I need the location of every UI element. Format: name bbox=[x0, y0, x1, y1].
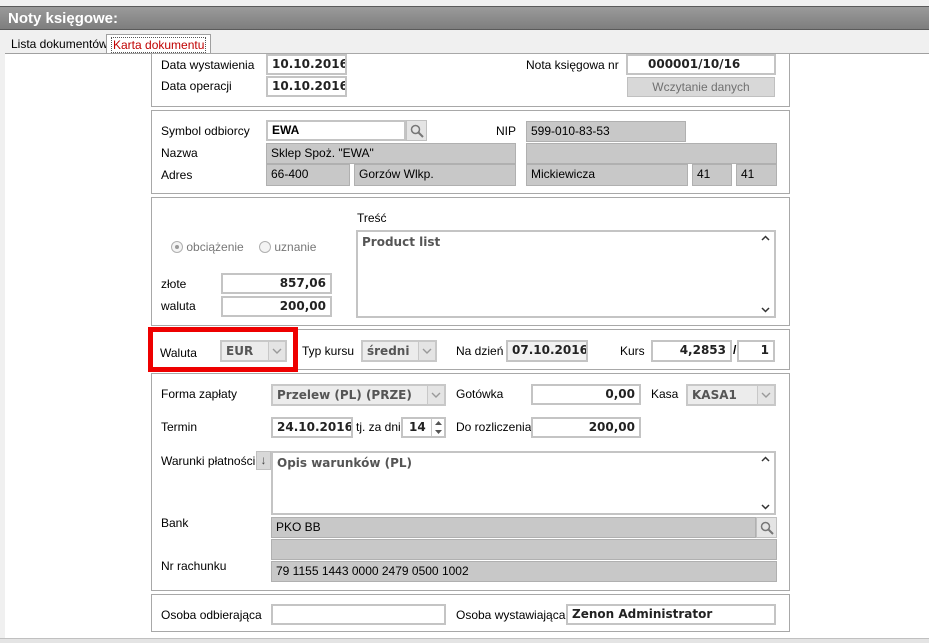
stepper-arrows[interactable] bbox=[431, 419, 444, 436]
chevron-down-icon bbox=[761, 504, 770, 510]
recipient-symbol-field[interactable]: EWA bbox=[266, 120, 406, 141]
currency-amount-label: waluta bbox=[161, 299, 196, 313]
charge-label: obciążenie bbox=[186, 240, 244, 254]
pln-amount-field[interactable]: 857,06 bbox=[221, 273, 332, 294]
flat-number-field[interactable]: 41 bbox=[736, 164, 777, 186]
chevron-up-icon bbox=[761, 456, 770, 462]
bank-search-button[interactable] bbox=[756, 517, 777, 538]
tab-label: Karta dokumentu bbox=[111, 37, 207, 53]
dropdown-arrow bbox=[757, 386, 774, 404]
bank-extra-field[interactable] bbox=[271, 539, 777, 560]
due-date-label: Termin bbox=[161, 420, 198, 434]
register-label: Kasa bbox=[651, 387, 679, 401]
chevron-down-icon bbox=[761, 307, 770, 313]
issue-date-field[interactable]: 10.10.2016 bbox=[266, 54, 347, 75]
content-text: Product list bbox=[362, 235, 441, 249]
days-stepper[interactable]: 14 bbox=[401, 417, 446, 438]
charge-radio[interactable]: obciążenie bbox=[171, 240, 244, 254]
rate-type-label: Typ kursu bbox=[302, 344, 355, 358]
register-select[interactable]: KASA1 bbox=[686, 384, 776, 406]
receiver-field[interactable] bbox=[271, 604, 446, 625]
nip-field[interactable]: 599-010-83-53 bbox=[526, 121, 686, 142]
rate-type-select[interactable]: średni bbox=[361, 340, 437, 362]
arrow-down-icon: ↓ bbox=[260, 453, 267, 467]
account-field[interactable]: 79 1155 1443 0000 2479 0500 1002 bbox=[271, 561, 777, 582]
rate-separator: / bbox=[733, 343, 737, 357]
rate-date-label: Na dzień bbox=[456, 344, 504, 358]
content-scrollbar[interactable] bbox=[757, 232, 774, 316]
note-number-field[interactable]: 000001/10/16 bbox=[626, 54, 776, 75]
tab-label: Lista dokumentów bbox=[11, 37, 108, 51]
nip-label: NIP bbox=[496, 124, 517, 138]
receiver-label: Osoba odbierająca bbox=[161, 608, 262, 622]
chevron-down-icon bbox=[422, 348, 432, 354]
search-icon bbox=[410, 124, 424, 138]
chevron-down-icon bbox=[761, 392, 771, 398]
dropdown-arrow bbox=[418, 342, 435, 360]
load-data-button[interactable]: Wczytanie danych bbox=[627, 77, 775, 97]
days-value: 14 bbox=[409, 420, 426, 434]
street-field[interactable]: Mickiewicza bbox=[526, 164, 688, 186]
issuer-label: Osoba wystawiająca bbox=[456, 608, 566, 622]
text-label: Treść bbox=[357, 211, 387, 225]
pln-label: złote bbox=[161, 277, 187, 291]
house-number-field[interactable]: 41 bbox=[692, 164, 732, 186]
bank-label: Bank bbox=[161, 516, 189, 530]
to-settle-label: Do rozliczenia bbox=[456, 420, 532, 434]
operation-date-label: Data operacji bbox=[161, 79, 232, 93]
search-icon bbox=[760, 521, 774, 535]
bank-field[interactable]: PKO BB bbox=[271, 517, 756, 538]
issue-date-label: Data wystawienia bbox=[161, 58, 255, 72]
rate-field[interactable]: 4,2853 bbox=[651, 340, 732, 362]
cash-label: Gotówka bbox=[456, 387, 504, 401]
payment-terms-label: Warunki płatności bbox=[161, 454, 256, 468]
rate-type-value: średni bbox=[367, 344, 410, 358]
radio-icon bbox=[259, 241, 271, 253]
credit-label: uznanie bbox=[274, 240, 317, 254]
chevron-up-icon bbox=[434, 421, 442, 426]
city-field[interactable]: Gorzów Wlkp. bbox=[354, 164, 516, 186]
register-value: KASA1 bbox=[692, 388, 737, 402]
payment-terms-textarea[interactable]: Opis warunków (PL) bbox=[271, 451, 776, 515]
chevron-up-icon bbox=[761, 235, 770, 241]
window-title: Noty księgowe: bbox=[0, 6, 929, 30]
issuer-field[interactable]: Zenon Administrator bbox=[566, 604, 776, 625]
account-label: Nr rachunku bbox=[161, 559, 227, 573]
recipient-name-field[interactable]: Sklep Spoż. "EWA" bbox=[266, 143, 516, 164]
tab-document-list[interactable]: Lista dokumentów bbox=[7, 34, 112, 53]
cash-field[interactable]: 0,00 bbox=[531, 384, 641, 405]
recipient-name-extra-field[interactable] bbox=[526, 143, 777, 164]
payment-method-label: Forma zapłaty bbox=[161, 387, 238, 401]
postal-code-field[interactable]: 66-400 bbox=[266, 164, 350, 186]
chevron-down-icon bbox=[431, 392, 441, 398]
chevron-down-icon bbox=[434, 429, 442, 434]
payment-method-value: Przelew (PL) (PRZE) bbox=[277, 388, 412, 402]
bottom-scrollbar[interactable] bbox=[0, 638, 929, 643]
recipient-symbol-label: Symbol odbiorcy bbox=[161, 124, 250, 138]
to-settle-field[interactable]: 200,00 bbox=[531, 417, 641, 438]
currency-amount-field[interactable]: 200,00 bbox=[221, 296, 332, 317]
dropdown-arrow bbox=[427, 386, 444, 404]
rate-label: Kurs bbox=[620, 344, 645, 358]
operation-date-field[interactable]: 10.10.2016 bbox=[266, 76, 347, 97]
recipient-search-button[interactable] bbox=[406, 120, 427, 141]
days-label: tj. za dni bbox=[356, 420, 401, 434]
due-date-field[interactable]: 24.10.2016 bbox=[271, 417, 353, 438]
rate-unit-field[interactable]: 1 bbox=[737, 340, 775, 362]
credit-radio[interactable]: uznanie bbox=[259, 240, 316, 254]
payment-terms-select-button[interactable]: ↓ bbox=[256, 451, 271, 470]
payment-method-select[interactable]: Przelew (PL) (PRZE) bbox=[271, 384, 446, 406]
note-number-label: Nota księgowa nr bbox=[526, 58, 619, 72]
payment-terms-scrollbar[interactable] bbox=[757, 453, 774, 513]
radio-icon bbox=[171, 241, 183, 253]
content-textarea[interactable]: Product list bbox=[356, 230, 776, 318]
recipient-name-label: Nazwa bbox=[161, 146, 198, 160]
rate-date-field[interactable]: 07.10.2016 bbox=[506, 340, 588, 362]
payment-terms-text: Opis warunków (PL) bbox=[277, 456, 412, 470]
address-label: Adres bbox=[161, 168, 193, 182]
tab-document-card[interactable]: Karta dokumentu bbox=[106, 34, 212, 53]
currency-highlight-box bbox=[148, 327, 298, 372]
